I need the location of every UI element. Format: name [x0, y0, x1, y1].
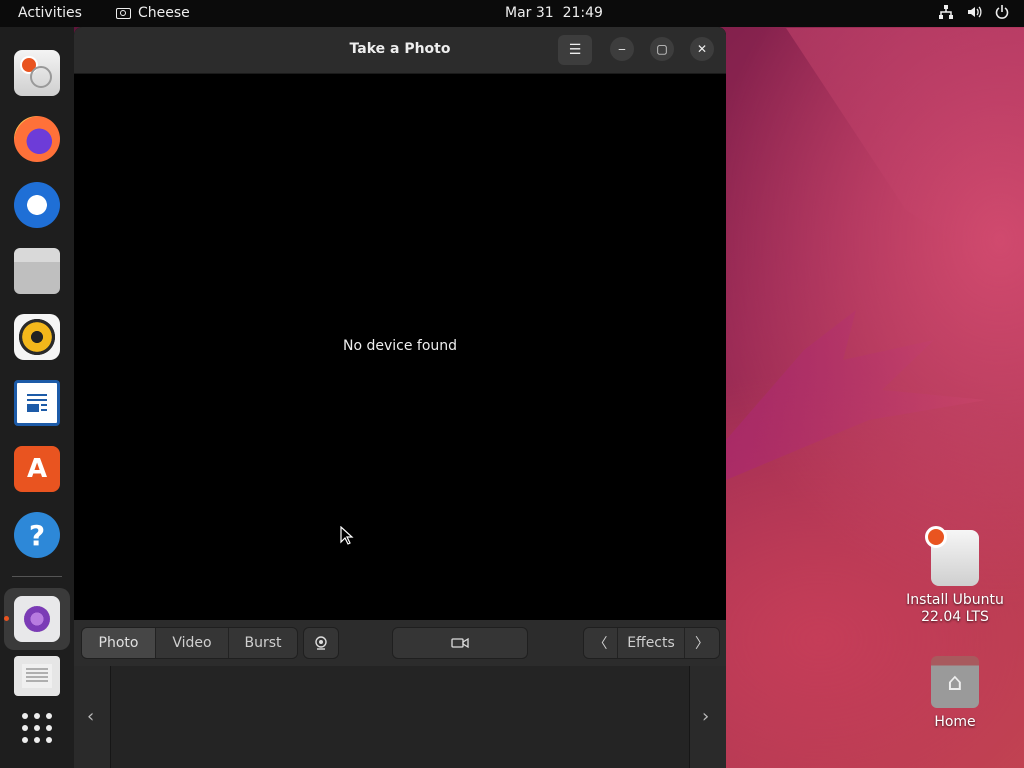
desktop-icon-home[interactable]: Home [900, 656, 1010, 730]
thunderbird-icon[interactable] [14, 182, 60, 228]
thumbnail-area[interactable] [110, 666, 690, 768]
rhythmbox-icon[interactable] [14, 314, 60, 360]
install-ubuntu-icon[interactable] [14, 50, 60, 96]
camera-viewport: No device found [74, 74, 726, 620]
controls-bar: Photo Video Burst 〈 Effects 〉 [74, 620, 726, 666]
libreoffice-writer-icon[interactable] [14, 380, 60, 426]
ubuntu-software-icon[interactable]: A [14, 446, 60, 492]
mode-switcher: Photo Video Burst [81, 627, 298, 659]
wallpaper-shape [726, 310, 986, 480]
desktop-icon-install-ubuntu[interactable]: Install Ubuntu 22.04 LTS [900, 526, 1010, 626]
thumbnail-strip: ‹ › [74, 666, 726, 768]
installer-icon [925, 526, 979, 586]
system-tray[interactable] [938, 4, 1010, 24]
cheese-window: Take a Photo ☰ ‒ ▢ ✕ No device found Pho… [74, 27, 726, 768]
network-icon[interactable] [938, 4, 954, 24]
countdown-toggle-button[interactable] [303, 627, 339, 659]
effects-prev-button[interactable]: 〈 [584, 628, 618, 658]
minimize-button[interactable]: ‒ [610, 37, 634, 61]
power-icon[interactable] [994, 4, 1010, 24]
cheese-icon[interactable] [14, 596, 60, 642]
mode-video-button[interactable]: Video [156, 628, 229, 658]
clock[interactable]: Mar 31 21:49 [505, 5, 603, 21]
help-icon[interactable]: ? [14, 512, 60, 558]
close-button[interactable]: ✕ [690, 37, 714, 61]
effects-next-button[interactable]: 〉 [685, 628, 719, 658]
webcam-icon [315, 636, 327, 650]
take-photo-button[interactable] [392, 627, 528, 659]
home-folder-icon [931, 656, 979, 708]
top-bar: Activities Cheese Mar 31 21:49 [0, 0, 1024, 27]
files-icon[interactable] [14, 248, 60, 294]
app-menu-label: Cheese [138, 5, 190, 21]
dock-separator [12, 576, 62, 577]
thumbnail-prev-button[interactable]: ‹ [87, 706, 94, 727]
running-indicator [4, 616, 9, 621]
desktop-icon-label: Install Ubuntu 22.04 LTS [906, 592, 1004, 625]
maximize-button[interactable]: ▢ [650, 37, 674, 61]
mode-burst-button[interactable]: Burst [229, 628, 297, 658]
wallpaper-shape [786, 28, 1024, 288]
app-menu[interactable]: Cheese [116, 5, 190, 21]
header-bar: Take a Photo ☰ ‒ ▢ ✕ [74, 27, 726, 74]
volume-icon[interactable] [966, 4, 982, 24]
show-applications-icon[interactable] [14, 705, 60, 751]
dock: A ? [0, 27, 74, 768]
desktop-icon-label: Home [934, 714, 976, 730]
status-message: No device found [342, 338, 458, 354]
video-camera-icon [451, 637, 469, 649]
mode-photo-button[interactable]: Photo [82, 628, 156, 658]
thumbnail-next-button[interactable]: › [702, 706, 709, 727]
text-editor-icon[interactable] [14, 656, 60, 696]
effects-button[interactable]: Effects [618, 628, 685, 658]
camera-icon [116, 7, 131, 19]
firefox-icon[interactable] [14, 116, 60, 162]
effects-navigation: 〈 Effects 〉 [583, 627, 720, 659]
activities-button[interactable]: Activities [18, 5, 82, 21]
main-menu-button[interactable]: ☰ [558, 35, 592, 65]
